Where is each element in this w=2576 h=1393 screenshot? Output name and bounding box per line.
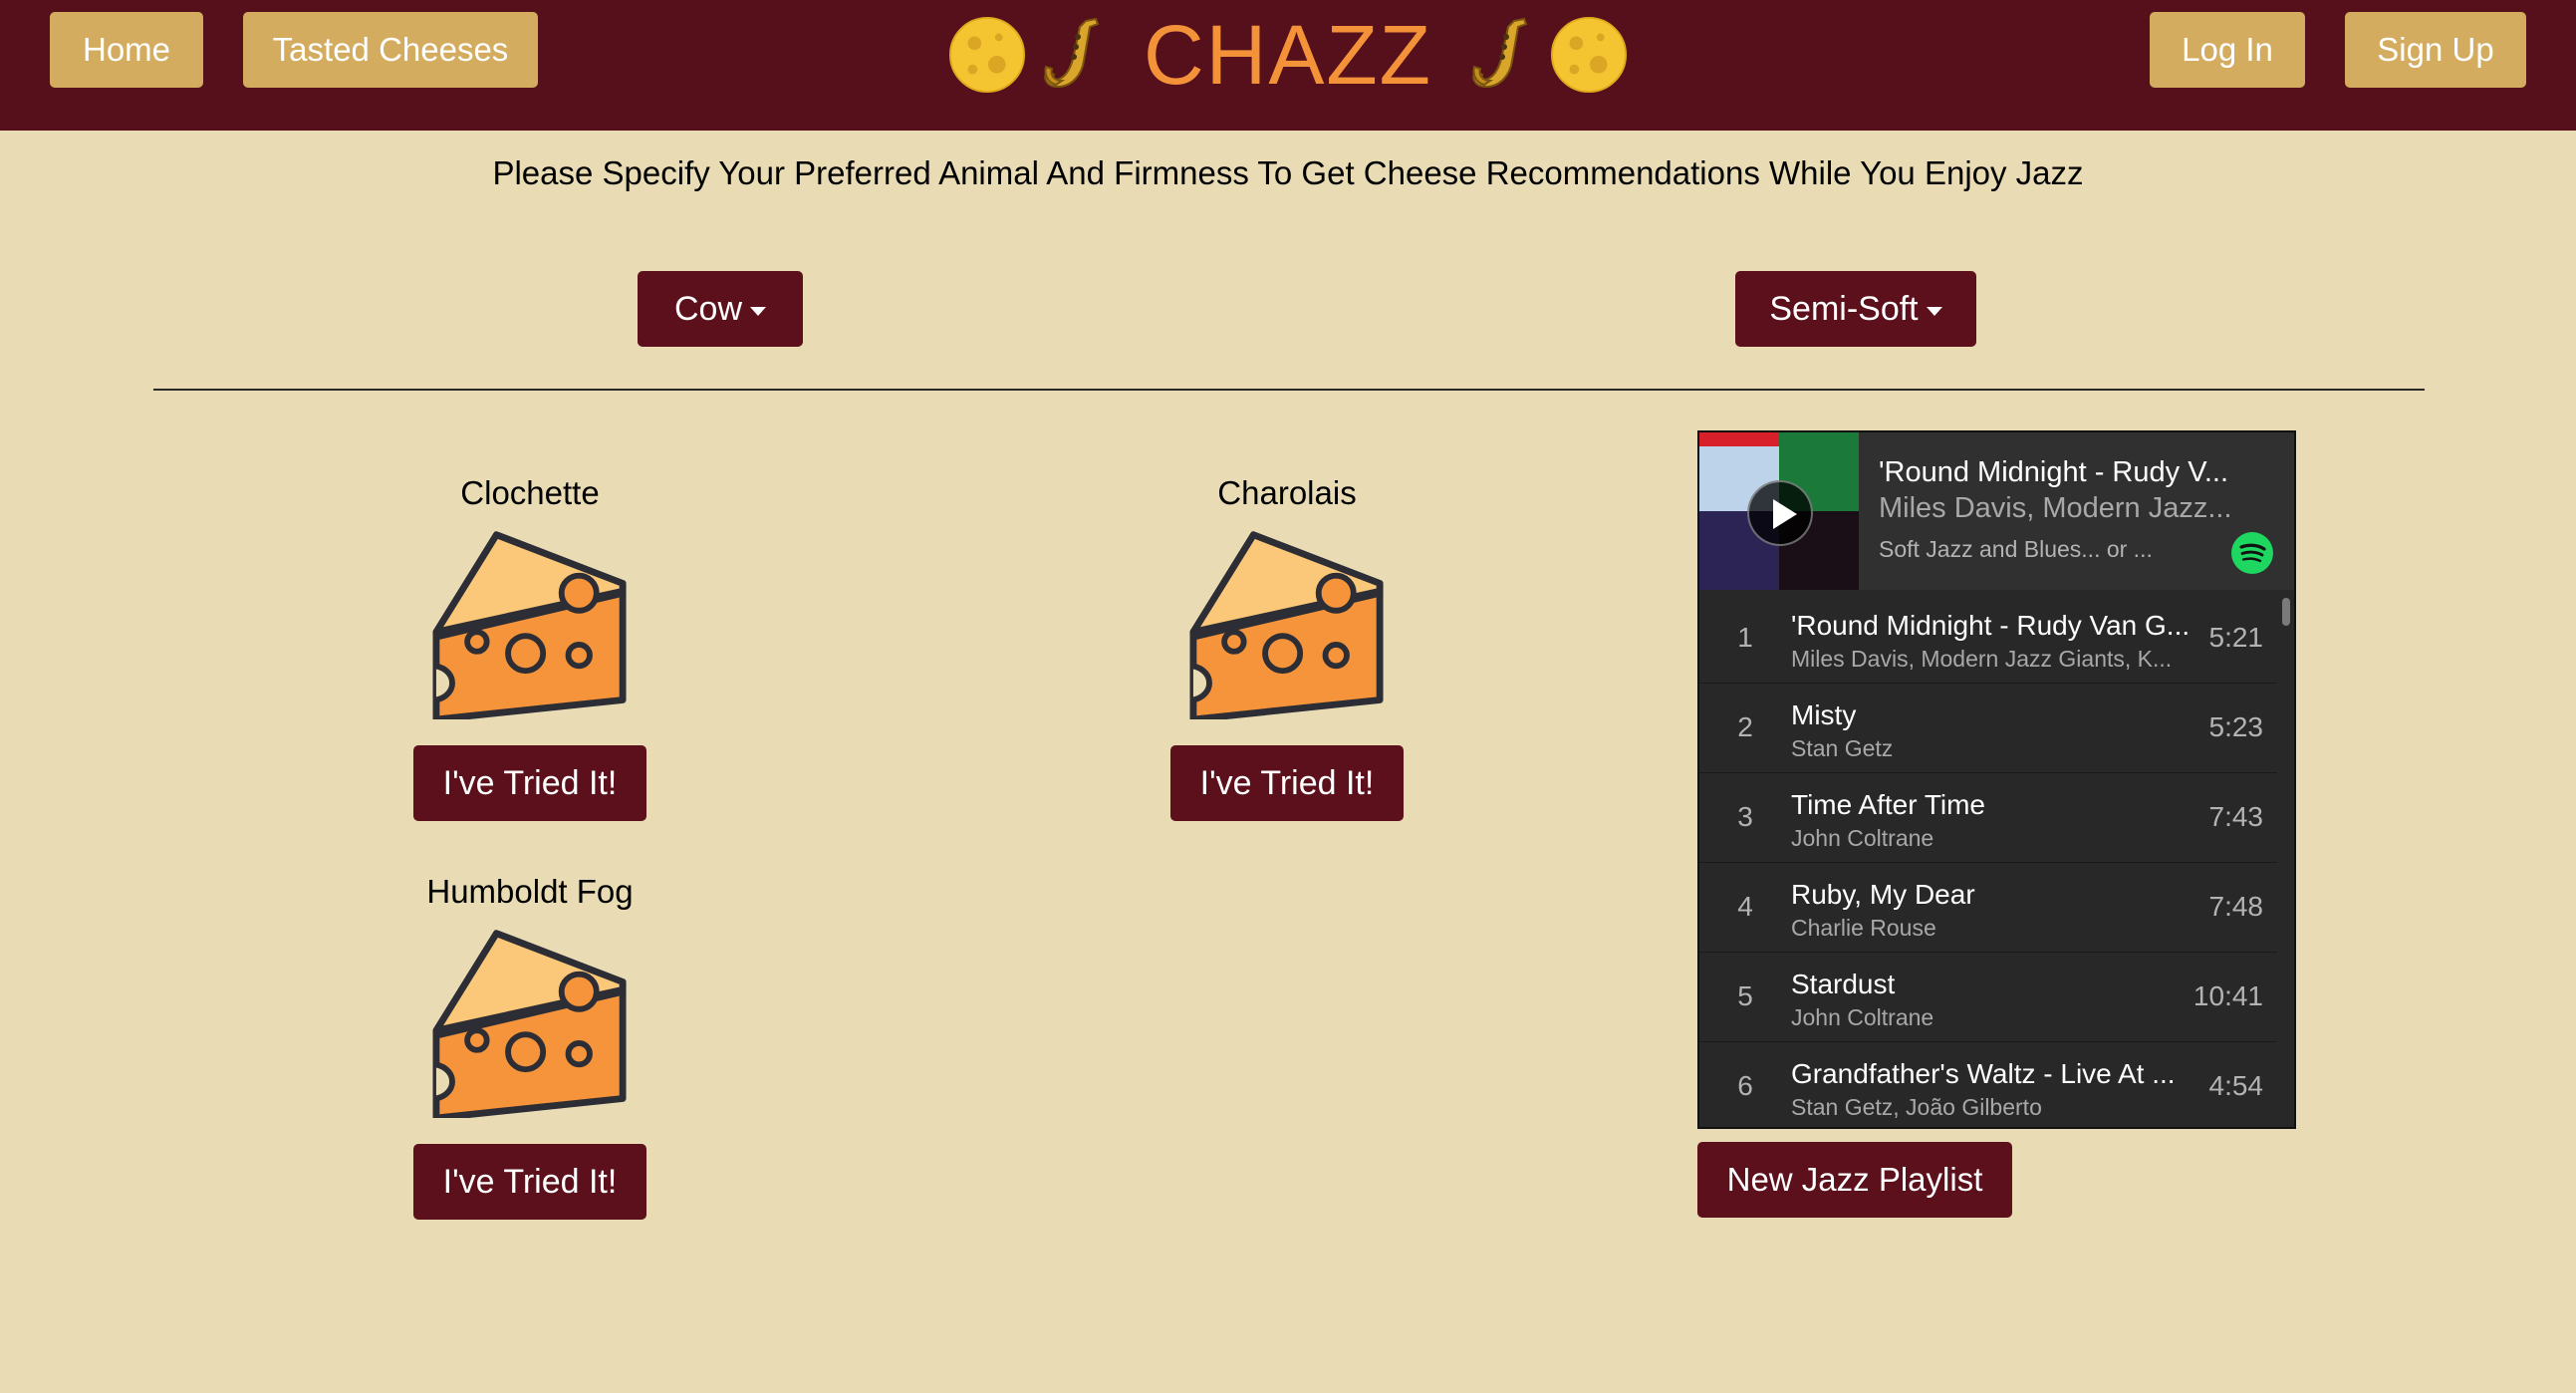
full-moon-icon [1550,16,1628,94]
track-title: 'Round Midnight - Rudy Van G... [1791,610,2190,641]
track-number: 5 [1737,980,1753,1011]
spotify-logo-icon[interactable] [2231,532,2273,574]
tried-it-button[interactable]: I've Tried It! [413,1144,646,1220]
now-playing-title[interactable]: 'Round Midnight - Rudy V... [1879,456,2277,489]
navbar: Home Tasted Cheeses CHAZZ Log In Sign Up [0,0,2576,131]
saxophone-icon [1044,17,1100,89]
track-number: 4 [1737,891,1753,922]
play-icon [1773,499,1797,529]
cheese-card: Charolais I've Tried It! [1128,473,1446,821]
now-playing-artist[interactable]: Miles Davis, Modern Jazz... [1879,492,2277,525]
track-artist: Stan Getz, João Gilberto [1791,1094,2042,1120]
track-artist: Miles Davis, Modern Jazz Giants, K... [1791,646,2173,672]
animal-dropdown[interactable]: Cow [638,271,803,347]
cheese-card: Humboldt Fog I've Tried It! [371,872,689,1220]
new-jazz-playlist-button[interactable]: New Jazz Playlist [1697,1142,2012,1218]
track-duration: 5:21 [2208,622,2264,653]
track-list: 1 'Round Midnight - Rudy Van G... Miles … [1699,594,2294,1127]
track-title: Misty [1791,699,1857,730]
firmness-dropdown-label: Semi-Soft [1769,290,1919,328]
track-number: 3 [1737,801,1753,832]
divider [153,389,2425,391]
spotify-player: 'Round Midnight - Rudy V... Miles Davis,… [1697,430,2296,1129]
track-title: Time After Time [1791,789,1986,820]
cheese-wedge-icon [432,930,627,1118]
track-artist: John Coltrane [1791,825,1934,851]
cheese-name: Charolais [1217,474,1357,511]
track-number: 6 [1737,1070,1753,1101]
cheese-card: Clochette I've Tried It! [371,473,689,821]
album-cover[interactable] [1699,432,1859,590]
animal-dropdown-label: Cow [673,290,743,328]
tracklist-scrollbar[interactable] [2282,598,2290,626]
cheese-wedge-icon [1189,531,1384,719]
full-moon-icon [948,16,1026,94]
track-title: Ruby, My Dear [1791,879,1975,910]
track-duration: 7:43 [2208,801,2264,832]
player-header: 'Round Midnight - Rudy V... Miles Davis,… [1699,432,2294,590]
instructions-text: Please Specify Your Preferred Animal And… [492,154,2084,191]
tried-it-button[interactable]: I've Tried It! [1170,745,1404,821]
track-row[interactable]: 4 Ruby, My Dear Charlie Rouse 7:48 [1699,863,2277,953]
caret-down-icon [750,306,767,316]
track-number: 1 [1737,622,1753,653]
track-artist: Charlie Rouse [1791,915,1936,941]
firmness-dropdown[interactable]: Semi-Soft [1735,271,1976,347]
track-row[interactable]: 1 'Round Midnight - Rudy Van G... Miles … [1699,594,2277,684]
track-row[interactable]: 5 Stardust John Coltrane 10:41 [1699,953,2277,1042]
brand-title: CHAZZ [1144,7,1432,102]
login-button[interactable]: Log In [2150,12,2305,88]
play-button[interactable] [1747,480,1813,546]
track-duration: 10:41 [2192,980,2263,1011]
signup-button[interactable]: Sign Up [2345,12,2526,88]
track-row[interactable]: 6 Grandfather's Waltz - Live At ... Stan… [1699,1042,2277,1127]
track-number: 2 [1737,711,1753,742]
cheese-wedge-icon [432,531,627,719]
playlist-name[interactable]: Soft Jazz and Blues... or ... [1879,536,2197,563]
track-duration: 4:54 [2208,1070,2264,1101]
album-cover-tile [1699,432,1779,446]
cheese-name: Clochette [460,474,600,511]
track-title: Grandfather's Waltz - Live At ... [1791,1058,2176,1089]
track-duration: 7:48 [2208,891,2264,922]
track-artist: Stan Getz [1791,735,1894,761]
track-title: Stardust [1791,969,1896,999]
tried-it-button[interactable]: I've Tried It! [413,745,646,821]
track-duration: 5:23 [2208,711,2264,742]
caret-down-icon [1926,306,1942,316]
track-row[interactable]: 3 Time After Time John Coltrane 7:43 [1699,773,2277,863]
cheese-name: Humboldt Fog [426,873,634,910]
saxophone-icon [1472,17,1528,89]
track-row[interactable]: 2 Misty Stan Getz 5:23 [1699,684,2277,773]
track-artist: John Coltrane [1791,1004,1934,1030]
